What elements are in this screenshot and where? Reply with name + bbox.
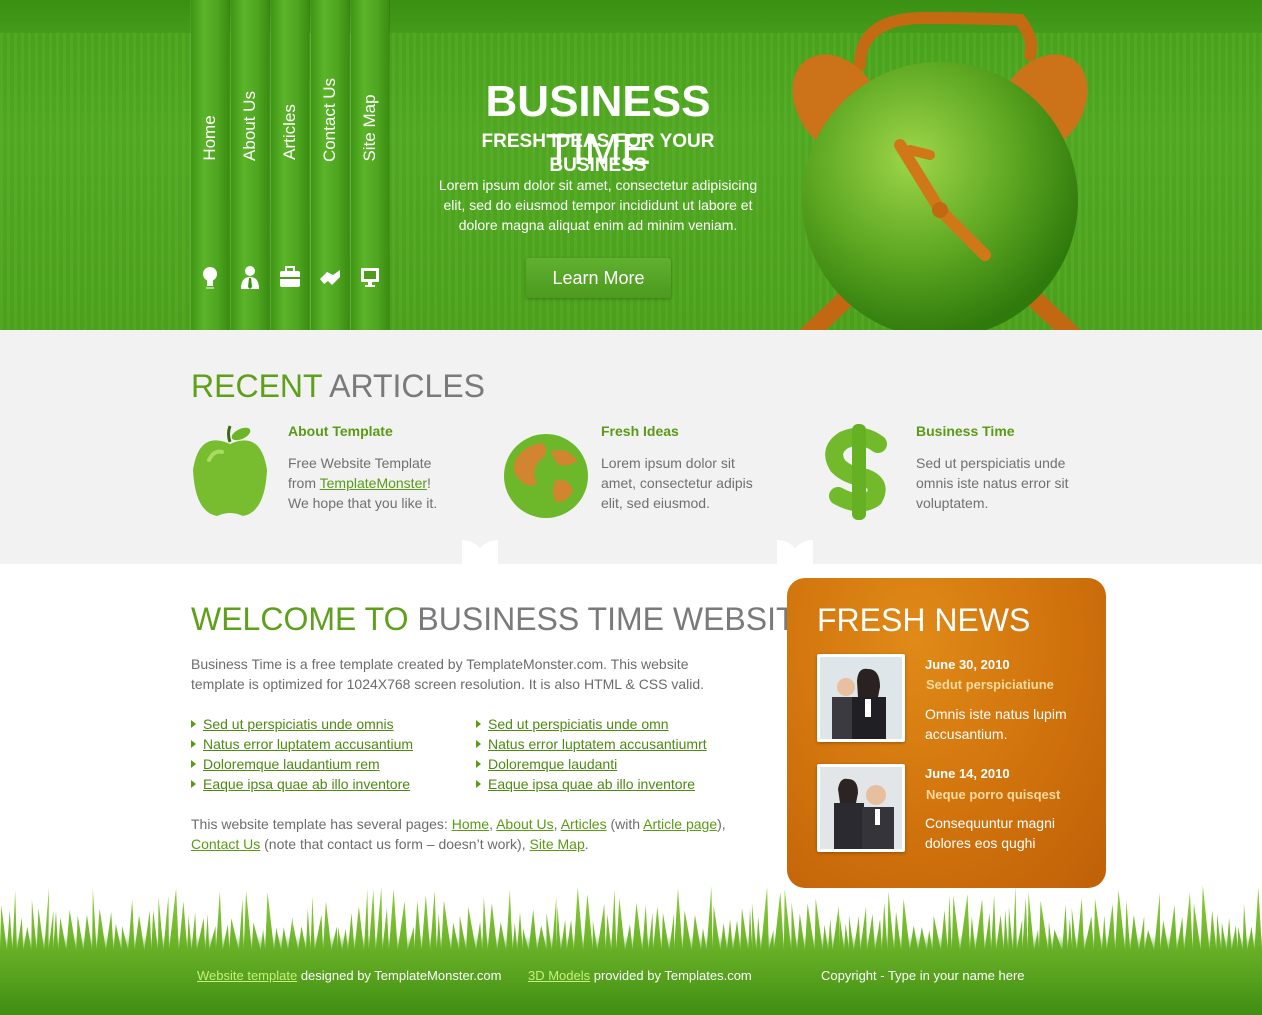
- dollar-icon: [825, 424, 887, 520]
- link-articles[interactable]: Articles: [561, 816, 607, 832]
- list-item: Sed ut perspiciatis unde omn: [476, 714, 707, 734]
- heading-grey-part: BUSINESS TIME WEBSITE!: [417, 601, 826, 637]
- pages-text: (note that contact us form – doesn’t wor…: [260, 836, 530, 852]
- list-item: Eaque ipsa quae ab illo inventore: [191, 774, 413, 794]
- recent-articles-heading: RECENT ARTICLES: [191, 368, 485, 404]
- globe-icon: [504, 434, 588, 518]
- link-about-us[interactable]: About Us: [496, 816, 554, 832]
- fresh-news-heading: FRESH NEWS: [817, 602, 1031, 638]
- news-photo[interactable]: [817, 764, 905, 852]
- list-item: Natus error luptatem accusantium: [191, 734, 413, 754]
- hero-title-bold: BUSINESS: [485, 77, 711, 126]
- list-link[interactable]: Eaque ipsa quae ab illo inventore: [488, 776, 695, 792]
- briefcase-icon: [280, 266, 300, 287]
- fresh-news-panel: FRESH NEWS June 30, 2010 Sedut perspicia…: [787, 578, 1106, 888]
- news-date: June 30, 2010: [925, 657, 1010, 672]
- welcome-paragraph: Business Time is a free template created…: [191, 656, 705, 692]
- people-photo-icon: [820, 767, 902, 849]
- nav-label-contact-us: Contact Us: [320, 77, 339, 163]
- pages-text: .: [584, 836, 589, 852]
- article-text: Sed ut perspiciatis unde omnis iste natu…: [916, 455, 1069, 511]
- pages-paragraph: This website template has several pages:…: [191, 816, 726, 852]
- heading-green-part: RECENT: [191, 368, 322, 404]
- pages-text: This website template has several pages:: [191, 816, 452, 832]
- footer-copyright: Copyright - Type in your name here: [821, 968, 1025, 983]
- footer-text: provided by Templates.com: [590, 968, 752, 983]
- grass-decoration: [0, 885, 1262, 1015]
- list-link[interactable]: Doloremque laudantium rem: [203, 756, 380, 772]
- article-title-fresh-ideas[interactable]: Fresh Ideas: [601, 423, 679, 439]
- list-item: Doloremque laudanti: [476, 754, 707, 774]
- 3d-models-link[interactable]: 3D Models: [528, 968, 590, 983]
- person-icon: [241, 266, 259, 289]
- news-title[interactable]: Neque porro quisqest: [926, 787, 1060, 802]
- nav-label-home: Home: [200, 115, 219, 161]
- nav-tab-site-map[interactable]: Site Map: [351, 0, 389, 333]
- hero-text: Lorem ipsum dolor sit amet, consectetur …: [438, 177, 758, 233]
- heading-green-part: WELCOME TO: [191, 601, 409, 637]
- link-site-map[interactable]: Site Map: [529, 836, 584, 852]
- link-contact-us[interactable]: Contact Us: [191, 836, 260, 852]
- link-list-left: Sed ut perspiciatis unde omnis Natus err…: [191, 714, 413, 794]
- article-title-business-time[interactable]: Business Time: [916, 423, 1015, 439]
- list-item: Doloremque laudantium rem: [191, 754, 413, 774]
- link-list-right: Sed ut perspiciatis unde omn Natus error…: [476, 714, 707, 794]
- link-article-page[interactable]: Article page: [643, 816, 717, 832]
- heading-grey-part: ARTICLES: [329, 368, 486, 404]
- footer-credit-2: 3D Models provided by Templates.com: [528, 968, 752, 983]
- news-date: June 14, 2010: [925, 766, 1010, 781]
- nav-label-site-map: Site Map: [360, 94, 379, 162]
- list-link[interactable]: Sed ut perspiciatis unde omn: [488, 716, 669, 732]
- templatemonster-link[interactable]: TemplateMonster: [320, 475, 427, 491]
- footer-credit-1: Website template designed by TemplateMon…: [197, 968, 501, 983]
- list-link[interactable]: Eaque ipsa quae ab illo inventore: [203, 776, 410, 792]
- list-item: Eaque ipsa quae ab illo inventore: [476, 774, 707, 794]
- learn-more-button[interactable]: Learn More: [526, 258, 671, 298]
- pages-text: (with: [606, 816, 644, 832]
- handshake-icon: [320, 270, 340, 285]
- news-photo[interactable]: [817, 654, 905, 742]
- lightbulb-icon: [203, 267, 217, 289]
- monitor-icon: [361, 268, 379, 287]
- list-link[interactable]: Sed ut perspiciatis unde omnis: [203, 716, 394, 732]
- article-text: Free Website Template from TemplateMonst…: [288, 453, 453, 513]
- news-text: Omnis iste natus lupim accusantium.: [925, 706, 1067, 742]
- nav-label-articles: Articles: [280, 104, 299, 160]
- apple-icon: [193, 425, 267, 516]
- list-link[interactable]: Doloremque laudanti: [488, 756, 617, 772]
- welcome-heading: WELCOME TO BUSINESS TIME WEBSITE!: [191, 601, 826, 637]
- list-link[interactable]: Natus error luptatem accusantiumrt: [488, 736, 707, 752]
- nav-tab-home[interactable]: Home: [191, 0, 229, 333]
- people-photo-icon: [820, 657, 902, 739]
- hero-subtitle: FRESH IDEAS FOR YOUR BUSINESS: [481, 131, 715, 176]
- list-item: Sed ut perspiciatis unde omnis: [191, 714, 413, 734]
- nav-tab-contact-us[interactable]: Contact Us: [311, 0, 349, 333]
- list-link[interactable]: Natus error luptatem accusantium: [203, 736, 413, 752]
- list-item: Natus error luptatem accusantiumrt: [476, 734, 707, 754]
- pages-text: ),: [717, 816, 726, 832]
- nav-tab-articles[interactable]: Articles: [271, 0, 309, 333]
- article-text: Lorem ipsum dolor sit amet, consectetur …: [601, 455, 753, 511]
- news-title[interactable]: Sedut perspiciatiune: [926, 677, 1054, 692]
- footer-text: designed by TemplateMonster.com: [297, 968, 502, 983]
- website-template-link[interactable]: Website template: [197, 968, 297, 983]
- link-home[interactable]: Home: [452, 816, 489, 832]
- nav-tab-about-us[interactable]: About Us: [231, 0, 269, 333]
- news-text: Consequuntur magni dolores eos qughi: [925, 815, 1055, 851]
- article-title-about-template[interactable]: About Template: [288, 423, 393, 439]
- nav-label-about-us: About Us: [240, 91, 259, 161]
